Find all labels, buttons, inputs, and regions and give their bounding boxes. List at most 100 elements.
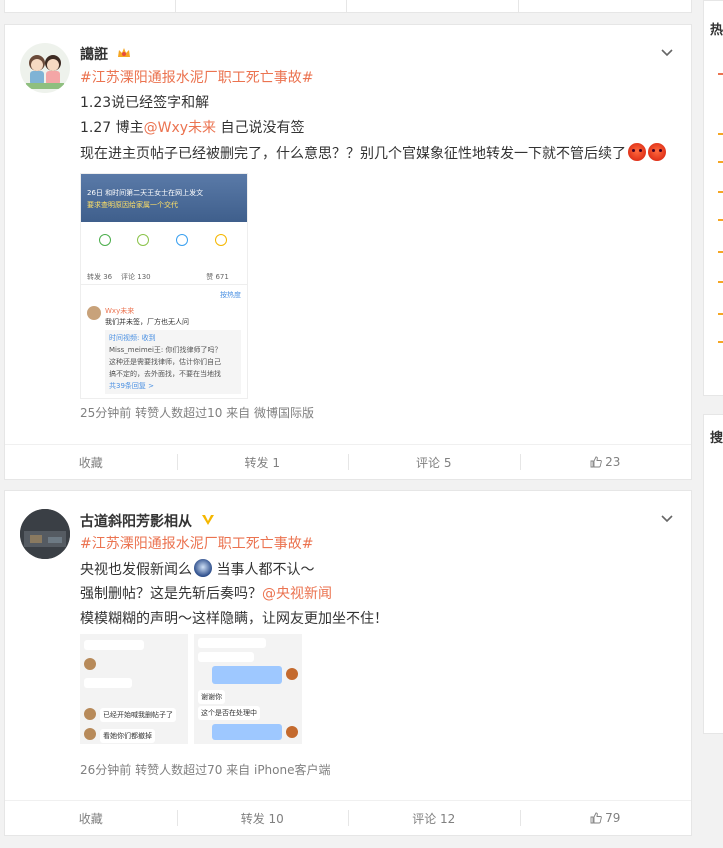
previous-post-actions-strip: [4, 0, 692, 13]
verified-v-icon: [201, 514, 215, 530]
qq-icon: [176, 234, 188, 246]
rank-marker: [718, 251, 723, 253]
search-panel-title: 搜: [710, 431, 723, 446]
divider: [81, 284, 247, 285]
chat-bubble: [212, 724, 282, 740]
repost-label: 转发 10: [240, 811, 284, 826]
repost-button[interactable]: 转发 1: [176, 445, 349, 479]
post-image-thumbnail[interactable]: 谢谢你 这个是否在处理中: [194, 634, 302, 744]
text-segment: 当事人都不认～: [212, 562, 315, 578]
post-text-line: #江苏溧阳通报水泥厂职工死亡事故#: [80, 68, 313, 88]
chat-bubble: [212, 666, 282, 684]
image-text: 搞不定的，去外面找，不要在当地找: [109, 370, 221, 378]
like-button[interactable]: 79: [519, 801, 692, 835]
chat-bubble: 已经开始喊我删帖子了: [100, 708, 176, 722]
username[interactable]: 譪誑: [80, 44, 131, 64]
username-text[interactable]: 古道斜阳芳影相从: [80, 514, 192, 530]
hot-topics-panel: 热: [703, 0, 723, 396]
chat-avatar: [84, 658, 96, 670]
image-banner: 26日 和时间第二天王女士在网上发文 要求查明原因给家属一个交代: [81, 174, 247, 222]
mention-link[interactable]: @Wxy未来: [144, 120, 216, 136]
chat-avatar: [286, 726, 298, 738]
crown-icon: [117, 47, 131, 63]
rank-marker: [718, 341, 723, 343]
favorite-button[interactable]: 收藏: [5, 445, 177, 479]
thumbs-up-icon: [590, 812, 602, 824]
chat-bubble: 这个是否在处理中: [198, 706, 260, 720]
image-text: 共39条回复 >: [109, 382, 154, 390]
search-panel: 搜: [703, 414, 723, 734]
image-text: 我们并未签，厂方也无人问: [105, 318, 189, 326]
scared-emoji-icon: [194, 559, 212, 577]
chat-avatar: [84, 708, 96, 720]
comment-label: 评论 12: [412, 811, 456, 826]
favorite-label: 收藏: [78, 455, 103, 470]
image-text: Miss_meimei王: 你们找律师了吗？: [109, 346, 222, 354]
image-text: 时间视频: 收到: [109, 334, 156, 342]
comment-button[interactable]: 评论 5: [348, 445, 520, 479]
post-text-line: 现在进主页帖子已经被删完了，什么意思？？别几个官媒象征性地转发一下就不管后续了: [80, 143, 666, 164]
text-segment: 1.27 博主: [80, 120, 144, 136]
post-action-bar: 收藏 转发 10 评论 12 79: [5, 800, 691, 835]
chat-bubble: [84, 678, 132, 688]
divider: [175, 0, 176, 12]
topic-link[interactable]: #江苏溧阳通报水泥厂职工死亡事故#: [80, 70, 313, 86]
mention-link[interactable]: @央视新闻: [262, 586, 332, 602]
favorite-button[interactable]: 收藏: [5, 801, 177, 835]
like-button[interactable]: 23: [519, 445, 692, 479]
post-action-bar: 收藏 转发 1 评论 5 23: [5, 444, 691, 479]
wechat-icon: [99, 234, 111, 246]
post-image-thumbnail[interactable]: 26日 和时间第二天王女士在网上发文 要求查明原因给家属一个交代 转发 36 评…: [80, 173, 248, 399]
chat-bubble: [198, 652, 254, 662]
image-text: 这种还是需要找律师，估计你们自己: [109, 358, 221, 366]
comment-button[interactable]: 评论 12: [348, 801, 520, 835]
image-text: 要求查明原因给家属一个交代: [87, 201, 178, 209]
text-segment: 央视也发假新闻么: [80, 562, 192, 578]
hot-topics-title: 热: [710, 23, 723, 38]
thumbs-up-icon: [590, 456, 602, 468]
post-meta: 26分钟前 转赞人数超过70 来自 iPhone客户端: [80, 763, 331, 777]
feed-post: 譪誑 #江苏溧阳通报水泥厂职工死亡事故# 1.23说已经签字和解 1.27 博主…: [4, 24, 692, 480]
repost-label: 转发 1: [244, 455, 280, 470]
post-text-line: 1.27 博主@Wxy未来 自己说没有签: [80, 118, 305, 138]
topic-link[interactable]: #江苏溧阳通报水泥厂职工死亡事故#: [80, 536, 313, 552]
image-text: 按热度: [220, 291, 241, 299]
feed-post: 古道斜阳芳影相从 #江苏溧阳通报水泥厂职工死亡事故# 央视也发假新闻么 当事人都…: [4, 490, 692, 836]
rank-marker: [718, 219, 723, 221]
image-text: 26日 和时间第二天王女士在网上发文: [87, 189, 204, 197]
divider: [346, 0, 347, 12]
chat-bubble: [198, 638, 266, 648]
username[interactable]: 古道斜阳芳影相从: [80, 511, 215, 531]
angry-emoji-icon: [628, 143, 646, 161]
avatar[interactable]: [20, 509, 70, 559]
chat-avatar: [286, 668, 298, 680]
post-text-line: 央视也发假新闻么 当事人都不认～: [80, 559, 314, 580]
username-text[interactable]: 譪誑: [80, 47, 108, 63]
avatar[interactable]: [20, 43, 70, 93]
like-count: 23: [605, 455, 621, 469]
text-segment: 自己说没有签: [216, 120, 305, 136]
chat-bubble: [84, 640, 144, 650]
moments-icon: [137, 234, 149, 246]
post-text-line: 模模糊糊的声明～这样隐瞒，让网友更加坐不住！: [80, 611, 388, 627]
note-icon: [215, 234, 227, 246]
post-meta: 25分钟前 转赞人数超过10 来自 微博国际版: [80, 406, 314, 420]
rank-marker: [718, 281, 723, 283]
rank-marker: [718, 313, 723, 315]
post-text-line: 强制删帖？这是先斩后奏吗？@央视新闻: [80, 584, 332, 604]
chevron-down-icon[interactable]: [659, 511, 675, 527]
chevron-down-icon[interactable]: [659, 45, 675, 61]
text-segment: 现在进主页帖子已经被删完了，什么意思？？别几个官媒象征性地转发一下就不管后续了: [80, 146, 626, 162]
angry-emoji-icon: [648, 143, 666, 161]
favorite-label: 收藏: [78, 811, 103, 826]
post-text-line: 1.23说已经签字和解: [80, 95, 210, 111]
like-count: 79: [605, 811, 621, 825]
image-tabs: 转发 36 评论 130 赞 671: [87, 273, 229, 281]
image-text: Wxy未来: [105, 307, 135, 315]
comment-label: 评论 5: [416, 455, 452, 470]
post-image-thumbnail[interactable]: 已经开始喊我删帖子了 看她你们都撤掉: [80, 634, 188, 744]
repost-button[interactable]: 转发 10: [176, 801, 349, 835]
image-quote-box: 时间视频: 收到 Miss_meimei王: 你们找律师了吗？ 这种还是需要找律…: [105, 330, 241, 394]
rank-marker: [718, 161, 723, 163]
rank-marker: [718, 133, 723, 135]
